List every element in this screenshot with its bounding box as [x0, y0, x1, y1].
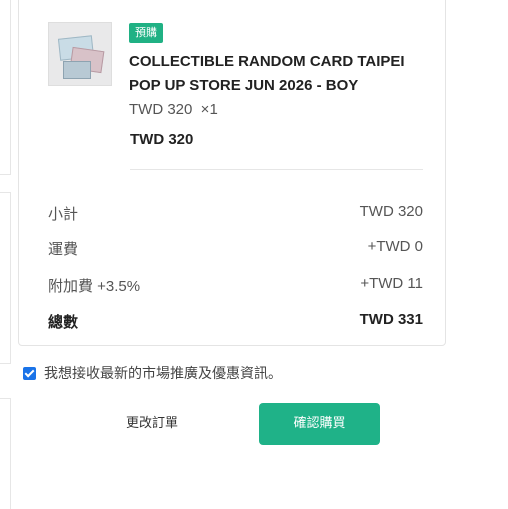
- consent-checkbox[interactable]: [23, 367, 36, 380]
- shipping-value: +TWD 0: [367, 238, 423, 255]
- product-price-quantity: TWD 320 ×1: [129, 101, 218, 118]
- surcharge-row: 附加費 +3.5% +TWD 11: [48, 275, 423, 297]
- left-panel-fragment: [0, 192, 11, 364]
- product-name: COLLECTIBLE RANDOM CARD TAIPEI POP UP ST…: [129, 53, 405, 94]
- total-label: 總數: [48, 314, 79, 331]
- left-panel-fragment: [0, 398, 11, 509]
- preorder-badge: 預購: [129, 23, 163, 43]
- surcharge-label: 附加費 +3.5%: [48, 278, 141, 295]
- divider: [130, 169, 423, 170]
- edit-order-button[interactable]: 更改訂單: [96, 406, 208, 442]
- subtotal-value: TWD 320: [359, 203, 423, 220]
- product-line-total: TWD 320: [130, 131, 194, 148]
- shipping-label: 運費: [48, 241, 79, 258]
- shipping-row: 運費 +TWD 0: [48, 238, 423, 260]
- subtotal-row: 小計 TWD 320: [48, 203, 423, 225]
- total-row: 總數 TWD 331: [48, 311, 423, 333]
- total-value: TWD 331: [359, 311, 423, 328]
- subtotal-label: 小計: [48, 206, 79, 223]
- product-image[interactable]: [48, 22, 112, 86]
- confirm-purchase-button[interactable]: 確認購買: [259, 403, 380, 445]
- left-panel-fragment: [0, 0, 11, 175]
- surcharge-value: +TWD 11: [360, 275, 423, 292]
- consent-label[interactable]: 我想接收最新的市場推廣及優惠資訊。: [44, 365, 282, 383]
